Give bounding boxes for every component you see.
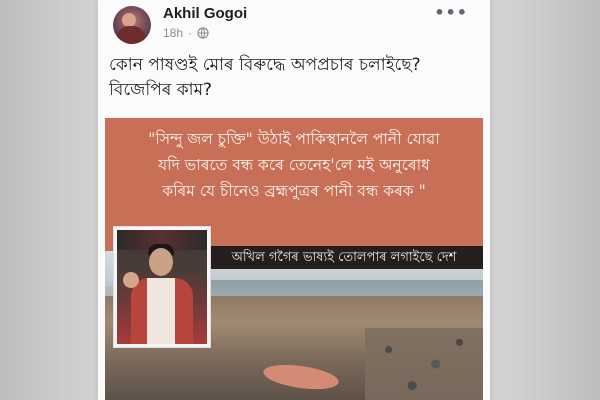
globe-icon[interactable] bbox=[197, 27, 209, 39]
quote-line: "সিন্দু জল চুক্তি" উঠাই পাকিস্থানলৈ পানী… bbox=[148, 130, 440, 148]
subtitle-banner: অখিল গগৈৰ ভাষ্যই তোলপাৰ লগাইছে দেশ bbox=[205, 246, 483, 269]
post-image[interactable]: "সিন্দু জল চুক্তি" উঠাই পাকিস্থানলৈ পানী… bbox=[105, 118, 483, 400]
facebook-post: Akhil Gogoi 18h · ••• কোন পাষণ্ডই মোৰ বি… bbox=[98, 0, 490, 400]
post-header: Akhil Gogoi 18h · ••• bbox=[98, 0, 490, 50]
post-caption: কোন পাষণ্ডই মোৰ বিৰুদ্ধে অপপ্ৰচাৰ চলাইছে… bbox=[109, 53, 481, 103]
quote-line: কৰিম যে চীনেও ব্ৰহ্মপুত্ৰৰ পানী বন্ধ কৰক… bbox=[162, 182, 426, 200]
stones bbox=[365, 328, 483, 400]
avatar[interactable] bbox=[113, 6, 151, 44]
person-photo bbox=[117, 230, 207, 344]
quote-line: যদি ভাৰতে বন্ধ কৰে তেনেহ'লে মই অনুৰোধ bbox=[158, 156, 430, 174]
quote-text: "সিন্দু জল চুক্তি" উঠাই পাকিস্থানলৈ পানী… bbox=[115, 126, 473, 204]
caption-line: বিজেপিৰ কাম? bbox=[109, 80, 213, 100]
person-photo-frame bbox=[113, 226, 211, 348]
post-time[interactable]: 18h bbox=[163, 26, 183, 40]
author-name[interactable]: Akhil Gogoi bbox=[163, 5, 247, 22]
post-meta: 18h · bbox=[163, 26, 209, 40]
dot-separator: · bbox=[188, 26, 193, 40]
caption-line: কোন পাষণ্ডই মোৰ বিৰুদ্ধে অপপ্ৰচাৰ চলাইছে… bbox=[109, 55, 421, 75]
more-options-icon[interactable]: ••• bbox=[434, 3, 468, 22]
